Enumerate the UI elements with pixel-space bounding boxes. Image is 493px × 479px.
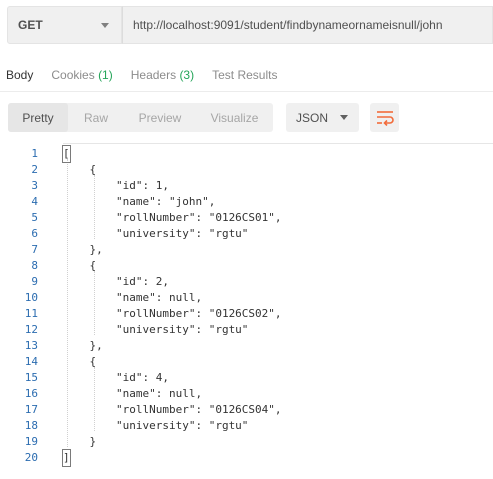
code-line: 11 "rollNumber": "0126CS02", [0,306,493,322]
code-line: 10 "name": null, [0,290,493,306]
code-line: 20] [0,449,493,467]
code-line: 13 }, [0,338,493,354]
line-number: 2 [31,163,38,176]
language-label: JSON [296,110,329,125]
code-line: 16 "name": null, [0,386,493,402]
line-number: 13 [24,339,38,352]
line-code: ] [62,449,71,467]
code-line: 4 "name": "john", [0,194,493,210]
line-code: "university": "rgtu" [63,227,249,240]
line-code: { [63,355,97,368]
line-number: 14 [24,355,38,368]
code-line: 1[ [0,145,493,163]
url-input[interactable]: http://localhost:9091/student/findbyname… [122,6,493,44]
line-number: 20 [24,451,38,464]
line-code: { [63,163,97,176]
tab-headers-label: Headers [130,67,177,82]
code-line: 19 } [0,434,493,450]
line-number: 7 [31,243,38,256]
code-line: 8 { [0,258,493,274]
line-code: "university": "rgtu" [63,323,249,336]
line-code: }, [63,243,103,256]
line-number: 1 [31,147,38,160]
line-number: 16 [24,387,38,400]
tab-cookies[interactable]: Cookies (1) [51,68,112,82]
code-line: 18 "university": "rgtu" [0,418,493,434]
tab-test-results[interactable]: Test Results [212,68,277,82]
wrap-lines-icon [376,110,394,126]
line-number: 4 [31,195,38,208]
code-line: 14 { [0,354,493,370]
line-number: 19 [24,435,38,448]
line-code: "id": 2, [63,275,169,288]
line-number: 6 [31,227,38,240]
line-number: 5 [31,211,38,224]
code-line: 17 "rollNumber": "0126CS04", [0,402,493,418]
headers-count-badge: (3) [179,67,195,82]
raw-button[interactable]: Raw [68,103,124,132]
response-tabs: Body Cookies (1) Headers (3) Test Result… [0,58,493,92]
line-number: 10 [24,291,38,304]
divider [63,143,493,144]
chevron-down-icon [340,115,348,120]
line-number: 18 [24,419,38,432]
line-code: "university": "rgtu" [63,419,249,432]
line-code: "name": null, [63,291,203,304]
line-code: "id": 4, [63,371,169,384]
code-line: 12 "university": "rgtu" [0,322,493,338]
code-line: 15 "id": 4, [0,370,493,386]
line-code: { [63,259,97,272]
line-number: 11 [24,307,38,320]
format-toolbar: Pretty Raw Preview Visualize JSON [8,103,399,132]
visualize-button[interactable]: Visualize [196,103,273,132]
method-select[interactable]: GET [7,6,122,44]
line-code: "name": null, [63,387,203,400]
code-line: 9 "id": 2, [0,274,493,290]
tab-body[interactable]: Body [6,68,33,82]
format-group: Pretty Raw Preview Visualize [8,103,273,132]
line-number: 17 [24,403,38,416]
wrap-lines-button[interactable] [370,103,399,132]
code-line: 3 "id": 1, [0,178,493,194]
cookies-count-badge: (1) [98,67,113,82]
line-code: "id": 1, [63,179,169,192]
line-number: 9 [31,275,38,288]
code-line: 7 }, [0,242,493,258]
language-select[interactable]: JSON [286,103,359,132]
code-line: 5 "rollNumber": "0126CS01", [0,210,493,226]
line-number: 12 [24,323,38,336]
tab-headers[interactable]: Headers (3) [131,68,194,82]
postman-response-view: GET http://localhost:9091/student/findby… [0,0,493,479]
line-code: } [63,435,97,448]
code-line: 6 "university": "rgtu" [0,226,493,242]
method-label: GET [18,18,43,32]
line-number: 15 [24,371,38,384]
line-code: "rollNumber": "0126CS04", [63,403,282,416]
line-code: "rollNumber": "0126CS02", [63,307,282,320]
line-code: }, [63,339,103,352]
response-body-viewer[interactable]: 1[2 {3 "id": 1, 4 "name": "john", 5 "rollN… [0,143,493,473]
code-line: 2 { [0,162,493,178]
pretty-button[interactable]: Pretty [8,103,68,132]
line-code: "name": "john", [63,195,216,208]
request-bar: GET http://localhost:9091/student/findby… [7,6,493,44]
chevron-down-icon [101,22,109,28]
line-code: [ [62,145,71,163]
line-code: "rollNumber": "0126CS01", [63,211,282,224]
tab-cookies-label: Cookies [51,67,95,82]
line-number: 3 [31,179,38,192]
line-number: 8 [31,259,38,272]
preview-button[interactable]: Preview [124,103,196,132]
